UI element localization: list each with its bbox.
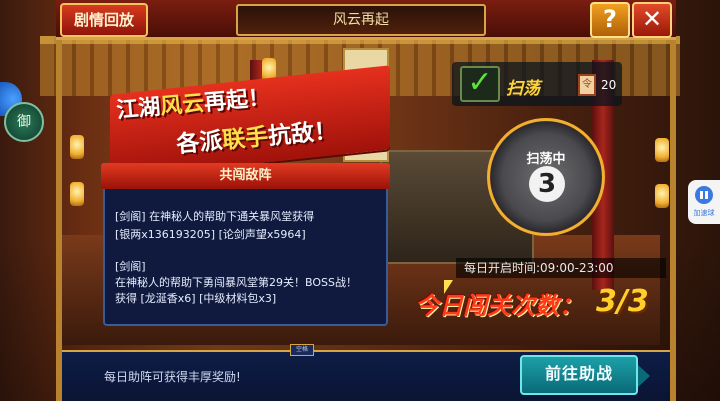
log-line: 在神秘人的帮助下勇闯暴风堂第29关！BOSS战！ xyxy=(115,276,357,289)
open-time-text: 每日开启时间:09:00-23:00 xyxy=(456,258,666,278)
lantern xyxy=(70,182,84,206)
check-icon: ✓ xyxy=(467,65,493,100)
lantern xyxy=(655,184,669,208)
sweep-token-icon: 令 xyxy=(578,74,596,96)
story-replay-button[interactable]: 剧情回放 xyxy=(60,3,148,37)
log-line: 获得 [龙涎香x6] [中级材料包x3] xyxy=(115,292,277,305)
sweep-count-number: 3 xyxy=(529,166,565,202)
bottom-tab: 空格 xyxy=(290,344,314,356)
sweep-checkbox[interactable]: ✓ xyxy=(460,66,500,102)
speed-ball-label: 加速球 xyxy=(693,209,715,217)
close-button[interactable]: ✕ xyxy=(632,2,672,38)
speed-ball-widget[interactable]: 加速球 xyxy=(688,180,720,224)
help-button[interactable]: ? xyxy=(590,2,630,38)
log-line: [剑阁] 在神秘人的帮助下通关暴风堂获得 xyxy=(115,210,315,223)
close-icon: ✕ xyxy=(641,5,663,33)
assist-reward-text: 每日助阵可获得丰厚奖励! xyxy=(104,370,241,384)
sweep-token-count: 20 xyxy=(601,78,617,92)
battle-log-title: 共闯敌阵 xyxy=(101,163,390,189)
window-title: 风云再起 xyxy=(236,4,486,36)
sweep-label: 扫荡 xyxy=(506,79,540,99)
lantern xyxy=(655,138,669,162)
go-assist-button[interactable]: 前往助战 xyxy=(520,355,650,395)
log-line: [剑阁] xyxy=(115,260,146,273)
log-line: [银两x136193205] [论剑声望x5964] xyxy=(115,228,306,241)
today-attempts-label: 今日闯关次数： xyxy=(415,292,583,320)
shield-badge-icon[interactable]: 御 xyxy=(4,102,44,142)
pointer-cursor-icon xyxy=(444,280,453,294)
pause-icon xyxy=(695,186,713,204)
today-attempts-count: 3/3 xyxy=(596,284,649,319)
sweep-status-text: 扫荡中 xyxy=(526,152,566,167)
question-icon: ? xyxy=(603,5,617,33)
lantern xyxy=(70,135,84,159)
